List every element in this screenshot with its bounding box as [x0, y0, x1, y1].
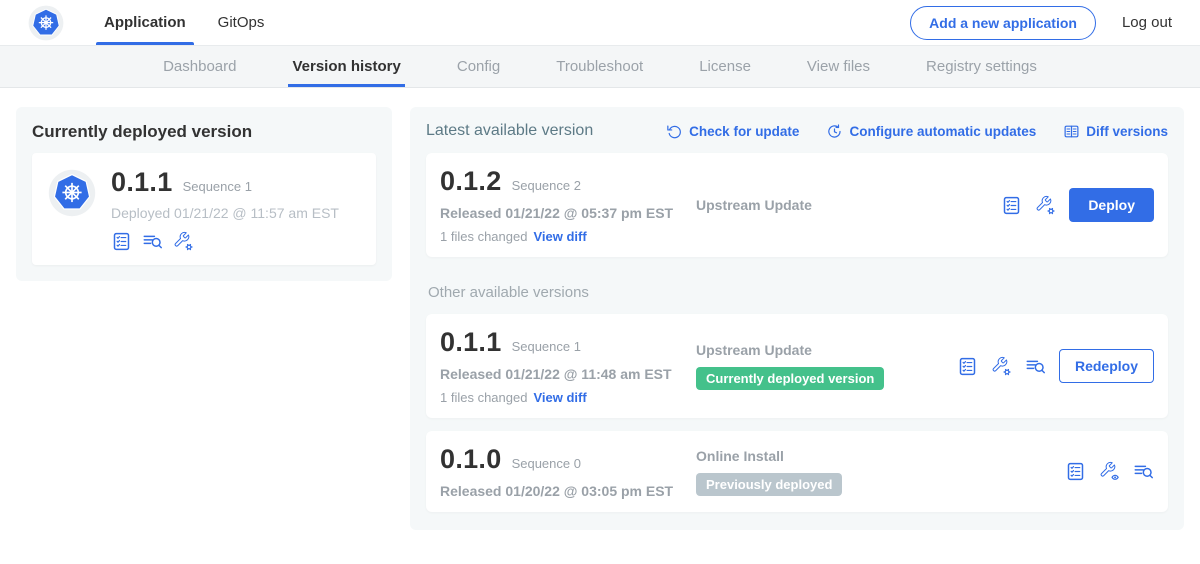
configure-automatic-updates-link[interactable]: Configure automatic updates	[826, 123, 1036, 140]
version-actions	[1065, 461, 1154, 482]
currently-deployed-title: Currently deployed version	[32, 122, 376, 142]
version-source: Upstream Update	[696, 197, 1001, 213]
deploy-logs-icon[interactable]	[1133, 461, 1154, 482]
logout-button[interactable]: Log out	[1122, 14, 1172, 31]
add-application-button[interactable]: Add a new application	[910, 6, 1096, 40]
latest-version-title: Latest available version	[426, 122, 593, 140]
main-content: Currently deployed version 0.1.1 Sequenc…	[0, 88, 1200, 549]
view-diff-link[interactable]: View diff	[533, 390, 586, 405]
view-diff-link[interactable]: View diff	[533, 229, 586, 244]
deploy-logs-icon[interactable]	[1025, 356, 1046, 377]
edit-config-icon[interactable]	[173, 231, 194, 252]
version-info: 0.1.1 Sequence 1 Released 01/21/22 @ 11:…	[440, 327, 696, 405]
version-info: 0.1.0 Sequence 0 Released 01/20/22 @ 03:…	[440, 444, 696, 499]
subnav-item-view-files[interactable]: View files	[807, 46, 870, 87]
configure-updates-label: Configure automatic updates	[849, 124, 1036, 139]
deployed-actions	[111, 231, 339, 252]
version-source: Online Install Previously deployed	[696, 448, 1065, 496]
source-label: Upstream Update	[696, 197, 1001, 213]
version-card-0-1-0: 0.1.0 Sequence 0 Released 01/20/22 @ 03:…	[426, 431, 1168, 512]
currently-deployed-badge: Currently deployed version	[696, 367, 884, 390]
sequence-label: Sequence 0	[512, 456, 581, 471]
app-icon	[48, 169, 96, 217]
version-card-0-1-1: 0.1.1 Sequence 1 Released 01/21/22 @ 11:…	[426, 314, 1168, 418]
latest-version-header: Latest available version Check for updat…	[426, 122, 1168, 140]
version-history-panel: Latest available version Check for updat…	[410, 107, 1184, 530]
version-number: 0.1.1	[440, 327, 502, 358]
subnav-item-troubleshoot[interactable]: Troubleshoot	[556, 46, 643, 87]
sequence-label: Sequence 2	[512, 178, 581, 193]
previously-deployed-badge: Previously deployed	[696, 473, 842, 496]
diff-versions-link[interactable]: Diff versions	[1063, 123, 1168, 140]
subnav-item-version-history[interactable]: Version history	[292, 46, 400, 87]
subnav-item-registry-settings[interactable]: Registry settings	[926, 46, 1037, 87]
files-changed-label: 1 files changed	[440, 229, 527, 244]
subnav-item-dashboard[interactable]: Dashboard	[163, 46, 236, 87]
panel-actions: Check for update Configure automatic upd…	[666, 123, 1168, 140]
preflight-checks-icon[interactable]	[111, 231, 132, 252]
files-changed-row: 1 files changed View diff	[440, 390, 696, 405]
version-actions: Redeploy	[957, 349, 1154, 383]
subnav-item-config[interactable]: Config	[457, 46, 500, 87]
version-number: 0.1.2	[440, 166, 502, 197]
app-header: Application GitOps Add a new application…	[0, 0, 1200, 46]
deployed-version-info: 0.1.1 Sequence 1 Deployed 01/21/22 @ 11:…	[111, 167, 339, 252]
check-update-label: Check for update	[689, 124, 799, 139]
deploy-button[interactable]: Deploy	[1069, 188, 1154, 222]
files-changed-row: 1 files changed View diff	[440, 229, 696, 244]
tab-application[interactable]: Application	[88, 0, 202, 45]
released-timestamp: Released 01/21/22 @ 05:37 pm EST	[440, 205, 696, 221]
version-info: 0.1.2 Sequence 2 Released 01/21/22 @ 05:…	[440, 166, 696, 244]
version-source: Upstream Update Currently deployed versi…	[696, 342, 957, 390]
preflight-checks-icon[interactable]	[1065, 461, 1086, 482]
tab-gitops[interactable]: GitOps	[202, 0, 281, 45]
diff-versions-label: Diff versions	[1086, 124, 1168, 139]
sequence-label: Sequence 1	[512, 339, 581, 354]
redeploy-button[interactable]: Redeploy	[1059, 349, 1154, 383]
diff-versions-icon	[1063, 123, 1080, 140]
automatic-updates-icon	[826, 123, 843, 140]
edit-config-icon[interactable]	[991, 356, 1012, 377]
subnav-item-license[interactable]: License	[699, 46, 751, 87]
source-label: Online Install	[696, 448, 1065, 464]
check-update-icon	[666, 123, 683, 140]
source-label: Upstream Update	[696, 342, 957, 358]
deployed-timestamp: Deployed 01/21/22 @ 11:57 am EST	[111, 205, 339, 221]
header-tabs: Application GitOps	[88, 0, 280, 45]
kubernetes-logo-icon	[28, 5, 64, 41]
edit-config-icon[interactable]	[1035, 195, 1056, 216]
check-for-update-link[interactable]: Check for update	[666, 123, 799, 140]
preflight-checks-icon[interactable]	[957, 356, 978, 377]
released-timestamp: Released 01/20/22 @ 03:05 pm EST	[440, 483, 696, 499]
version-card-0-1-2: 0.1.2 Sequence 2 Released 01/21/22 @ 05:…	[426, 153, 1168, 257]
released-timestamp: Released 01/21/22 @ 11:48 am EST	[440, 366, 696, 382]
version-actions: Deploy	[1001, 188, 1154, 222]
files-changed-label: 1 files changed	[440, 390, 527, 405]
deployed-sequence-label: Sequence 1	[183, 179, 252, 194]
version-number: 0.1.0	[440, 444, 502, 475]
other-versions-title: Other available versions	[428, 284, 1168, 301]
view-config-icon[interactable]	[1099, 461, 1120, 482]
deploy-logs-icon[interactable]	[142, 231, 163, 252]
preflight-checks-icon[interactable]	[1001, 195, 1022, 216]
app-subnav: Dashboard Version history Config Trouble…	[0, 46, 1200, 88]
deployed-version-number: 0.1.1	[111, 167, 173, 198]
currently-deployed-card: Currently deployed version 0.1.1 Sequenc…	[16, 107, 392, 281]
deployed-version-card: 0.1.1 Sequence 1 Deployed 01/21/22 @ 11:…	[32, 153, 376, 265]
